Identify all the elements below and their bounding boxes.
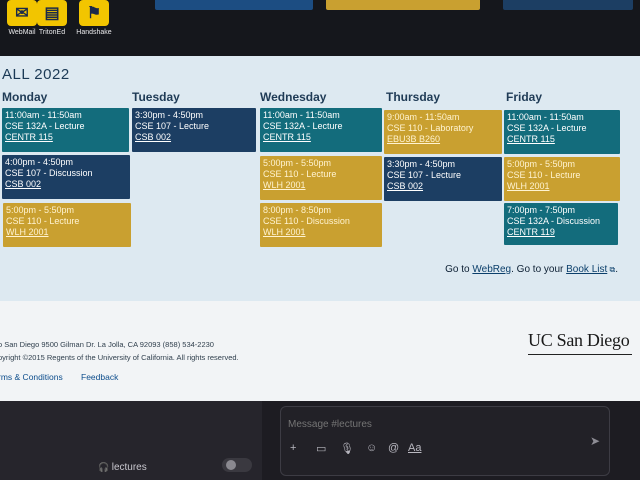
- microphone-icon[interactable]: 🎙: [340, 442, 354, 455]
- footer-copyright: pyright ©2015 Regents of the University …: [0, 353, 239, 362]
- event-card[interactable]: 11:00am - 11:50am CSE 132A - Lecture CEN…: [2, 108, 129, 152]
- ucsd-logo: UC San Diego: [528, 330, 630, 350]
- webreg-line: Go to WebReg. Go to your Book List ⧉.: [445, 264, 618, 275]
- location-link[interactable]: CSB 002: [5, 179, 127, 190]
- message-composer: [280, 406, 610, 476]
- location-link[interactable]: CSB 002: [387, 181, 499, 192]
- event-card[interactable]: 5:00pm - 5:50pm CSE 110 - Lecture WLH 20…: [3, 203, 131, 247]
- top-button-blue[interactable]: [155, 0, 313, 10]
- location-link[interactable]: CENTR 115: [263, 132, 379, 143]
- terms-link[interactable]: rms & Conditions: [0, 372, 63, 382]
- send-icon[interactable]: ➤: [590, 434, 600, 448]
- event-card[interactable]: 3:30pm - 4:50pm CSE 107 - Lecture CSB 00…: [132, 108, 256, 152]
- term-title: ALL 2022: [2, 66, 70, 83]
- plus-icon[interactable]: +: [290, 442, 296, 454]
- event-card[interactable]: 9:00am - 11:50am CSE 110 - Laboratory EB…: [384, 110, 502, 154]
- feedback-link[interactable]: Feedback: [81, 372, 118, 382]
- location-link[interactable]: WLH 2001: [263, 180, 379, 191]
- mention-icon[interactable]: @: [388, 442, 399, 454]
- day-tuesday: Tuesday: [132, 90, 180, 104]
- book-icon: ▤: [37, 0, 67, 26]
- video-icon[interactable]: ▭: [316, 442, 326, 455]
- emoji-icon[interactable]: ☺: [366, 442, 377, 454]
- event-card[interactable]: 5:00pm - 5:50pm CSE 110 - Lecture WLH 20…: [260, 156, 382, 200]
- day-monday: Monday: [2, 90, 48, 104]
- top-button-gold[interactable]: [326, 0, 480, 10]
- event-card[interactable]: 11:00am - 11:50am CSE 132A - Lecture CEN…: [504, 110, 620, 154]
- channel-item-lectures[interactable]: 🎧 lectures: [98, 462, 147, 473]
- message-input[interactable]: [288, 419, 588, 430]
- location-link[interactable]: WLH 2001: [263, 227, 379, 238]
- headphones-icon: 🎧: [98, 462, 112, 472]
- event-card[interactable]: 3:30pm - 4:50pm CSE 107 - Lecture CSB 00…: [384, 157, 502, 201]
- app-handshake[interactable]: ⚑ Handshake: [72, 0, 116, 36]
- location-link[interactable]: EBU3B B260: [387, 134, 499, 145]
- logo-underline: [528, 354, 632, 355]
- event-card[interactable]: 8:00pm - 8:50pm CSE 110 - Discussion WLH…: [260, 203, 382, 247]
- day-thursday: Thursday: [386, 90, 441, 104]
- event-card[interactable]: 4:00pm - 4:50pm CSE 107 - Discussion CSB…: [2, 155, 130, 199]
- day-wednesday: Wednesday: [260, 90, 327, 104]
- location-link[interactable]: CENTR 115: [507, 134, 617, 145]
- location-link[interactable]: CENTR 115: [5, 132, 126, 143]
- footer-address: o San Diego 9500 Gilman Dr. La Jolla, CA…: [0, 340, 214, 349]
- location-link[interactable]: CSB 002: [135, 132, 253, 143]
- footer: [0, 301, 640, 401]
- location-link[interactable]: WLH 2001: [6, 227, 128, 238]
- event-card[interactable]: 5:00pm - 5:50pm CSE 110 - Lecture WLH 20…: [504, 157, 620, 201]
- day-friday: Friday: [506, 90, 543, 104]
- event-card[interactable]: 11:00am - 11:50am CSE 132A - Lecture CEN…: [260, 108, 382, 152]
- format-icon[interactable]: Aa: [408, 442, 421, 454]
- webreg-link[interactable]: WebReg: [472, 264, 511, 275]
- handshake-icon: ⚑: [79, 0, 109, 26]
- app-tritoned[interactable]: ▤ TritonEd: [30, 0, 74, 36]
- location-link[interactable]: WLH 2001: [507, 181, 617, 192]
- location-link[interactable]: CENTR 119: [507, 227, 615, 238]
- top-button-navy[interactable]: [503, 0, 633, 10]
- booklist-link[interactable]: Book List: [566, 264, 607, 275]
- event-card[interactable]: 7:00pm - 7:50pm CSE 132A - Discussion CE…: [504, 203, 618, 245]
- toggle-knob: [226, 460, 236, 470]
